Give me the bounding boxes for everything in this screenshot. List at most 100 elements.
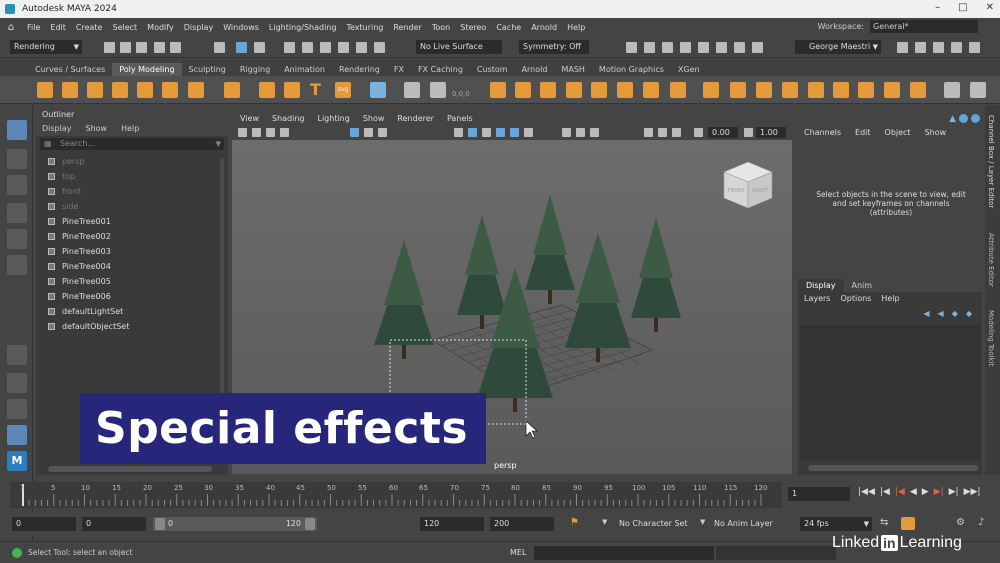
outliner-item[interactable]: PineTree004 xyxy=(36,259,228,274)
new-layer-icon[interactable]: ◆ xyxy=(952,309,958,318)
mirror-icon[interactable] xyxy=(643,82,659,98)
menu-modify[interactable]: Modify xyxy=(142,23,179,32)
menu-stereo[interactable]: Stereo xyxy=(455,23,491,32)
resolution-gate-icon[interactable] xyxy=(378,128,387,137)
range-slider-max-handle[interactable] xyxy=(305,518,315,530)
cache-playback-icon[interactable] xyxy=(901,517,915,530)
render-frame-icon[interactable] xyxy=(626,42,637,53)
shelf-tab-rigging[interactable]: Rigging xyxy=(233,63,277,76)
close-icon[interactable]: ✕ xyxy=(986,2,994,13)
grid-icon[interactable] xyxy=(350,128,359,137)
outliner-item[interactable]: PineTree006 xyxy=(36,289,228,304)
animation-start-field[interactable]: 0 xyxy=(12,517,76,531)
menu-arnold[interactable]: Arnold xyxy=(526,23,562,32)
redo-icon[interactable] xyxy=(170,42,181,53)
time-slider[interactable]: 1 5 10 15 20 25 30 35 40 45 50 55 60 65 … xyxy=(10,482,782,508)
character-set-dropdown[interactable]: No Character Set xyxy=(615,517,695,531)
multi-cut-icon[interactable] xyxy=(808,82,824,98)
image-plane-icon[interactable] xyxy=(280,128,289,137)
menuset-dropdown[interactable]: Rendering ▼ xyxy=(10,40,82,54)
hypershade-icon[interactable] xyxy=(680,42,691,53)
undo-icon[interactable] xyxy=(154,42,165,53)
outliner-item[interactable]: PineTree005 xyxy=(36,274,228,289)
poly-cone-icon[interactable] xyxy=(112,82,128,98)
outliner-item[interactable]: PineTree002 xyxy=(36,229,228,244)
outliner-item[interactable]: PineTree001 xyxy=(36,214,228,229)
layer-tab-display[interactable]: Display xyxy=(798,279,844,292)
shelf-tab-mash[interactable]: MASH xyxy=(554,63,591,76)
poly-torus-icon[interactable] xyxy=(162,82,178,98)
ipr-render-icon[interactable] xyxy=(644,42,655,53)
menu-render[interactable]: Render xyxy=(388,23,426,32)
poly-cube-icon[interactable] xyxy=(62,82,78,98)
sound-icon[interactable]: ♪ xyxy=(978,517,984,528)
outliner-search-input[interactable]: ▦ Search... ▼ xyxy=(40,138,224,150)
select-component-icon[interactable] xyxy=(254,42,265,53)
text-tool-icon[interactable]: T xyxy=(310,82,326,98)
select-hierarchy-icon[interactable] xyxy=(214,42,225,53)
boolean-intersect-icon[interactable] xyxy=(617,82,633,98)
wireframe-on-shaded-icon[interactable] xyxy=(482,128,491,137)
shelf-tab-fx[interactable]: FX xyxy=(387,63,411,76)
wireframe-icon[interactable] xyxy=(454,128,463,137)
xray-joints-icon[interactable] xyxy=(672,128,681,137)
exposure-icon[interactable] xyxy=(694,128,703,137)
side-tab-channel-box[interactable]: Channel Box / Layer Editor xyxy=(987,115,995,208)
open-scene-icon[interactable] xyxy=(120,42,131,53)
user-account-dropdown[interactable]: George Maestri ▼ xyxy=(795,40,881,54)
channel-box-settings-icon[interactable] xyxy=(971,114,980,123)
two-pane-layout-icon[interactable] xyxy=(7,399,27,419)
target-weld-icon[interactable] xyxy=(833,82,849,98)
layer-tab-anim[interactable]: Anim xyxy=(844,279,881,292)
outliner-item[interactable]: persp xyxy=(36,154,228,169)
delete-edge-icon[interactable] xyxy=(910,82,926,98)
use-all-lights-icon[interactable] xyxy=(510,128,519,137)
go-to-end-icon[interactable]: ▶▶| xyxy=(964,487,981,497)
workspace-dropdown[interactable]: General* xyxy=(870,20,978,33)
shelf-tab-rendering[interactable]: Rendering xyxy=(332,63,387,76)
select-camera-icon[interactable] xyxy=(238,128,247,137)
shelf-tab-animation[interactable]: Animation xyxy=(277,63,332,76)
snap-grid-icon[interactable] xyxy=(284,42,295,53)
minimize-icon[interactable]: – xyxy=(935,2,940,13)
connect-tool-icon[interactable] xyxy=(858,82,874,98)
anti-aliasing-icon[interactable] xyxy=(590,128,599,137)
menu-edit[interactable]: Edit xyxy=(45,23,71,32)
outliner-item[interactable]: side xyxy=(36,199,228,214)
symmetry-dropdown[interactable]: Symmetry: Off xyxy=(519,40,589,54)
auto-key-icon[interactable]: ⚑ xyxy=(570,517,579,528)
channel-box-options-icon[interactable]: ▲ xyxy=(949,114,956,124)
snap-curve-icon[interactable] xyxy=(302,42,313,53)
poly-sphere-icon[interactable] xyxy=(37,82,53,98)
menu-display[interactable]: Display xyxy=(179,23,219,32)
snap-projected-icon[interactable] xyxy=(338,42,349,53)
xray-icon[interactable] xyxy=(658,128,667,137)
menu-cache[interactable]: Cache xyxy=(491,23,526,32)
bevel-icon[interactable] xyxy=(730,82,746,98)
transfer-attributes-icon[interactable] xyxy=(430,82,446,98)
shelf-tab-arnold[interactable]: Arnold xyxy=(515,63,555,76)
textured-icon[interactable] xyxy=(496,128,505,137)
light-editor-icon[interactable] xyxy=(716,42,727,53)
anim-layer-dropdown[interactable]: No Anim Layer xyxy=(710,517,790,531)
boolean-union-icon[interactable] xyxy=(566,82,582,98)
move-layer-up-icon[interactable]: ◀ xyxy=(923,309,929,318)
range-slider-min-handle[interactable] xyxy=(155,518,165,530)
save-scene-icon[interactable] xyxy=(136,42,147,53)
maximize-icon[interactable]: □ xyxy=(958,2,967,13)
side-tab-attribute-editor[interactable]: Attribute Editor xyxy=(987,233,995,287)
layer-menu-options[interactable]: Options xyxy=(840,292,871,306)
lasso-tool-icon[interactable] xyxy=(7,149,27,169)
script-language-button[interactable]: MEL xyxy=(510,548,526,557)
menu-lighting-shading[interactable]: Lighting/Shading xyxy=(264,23,342,32)
layer-menu-layers[interactable]: Layers xyxy=(804,292,830,306)
shelf-settings-icon[interactable] xyxy=(970,82,986,98)
command-line-input[interactable] xyxy=(534,546,714,560)
camera-attributes-icon[interactable] xyxy=(252,128,261,137)
playback-start-field[interactable]: 0 xyxy=(82,517,146,531)
menu-windows[interactable]: Windows xyxy=(218,23,264,32)
film-gate-icon[interactable] xyxy=(364,128,373,137)
append-polygon-icon[interactable] xyxy=(756,82,772,98)
measure-tool-icon[interactable] xyxy=(404,82,420,98)
smooth-icon[interactable] xyxy=(540,82,556,98)
